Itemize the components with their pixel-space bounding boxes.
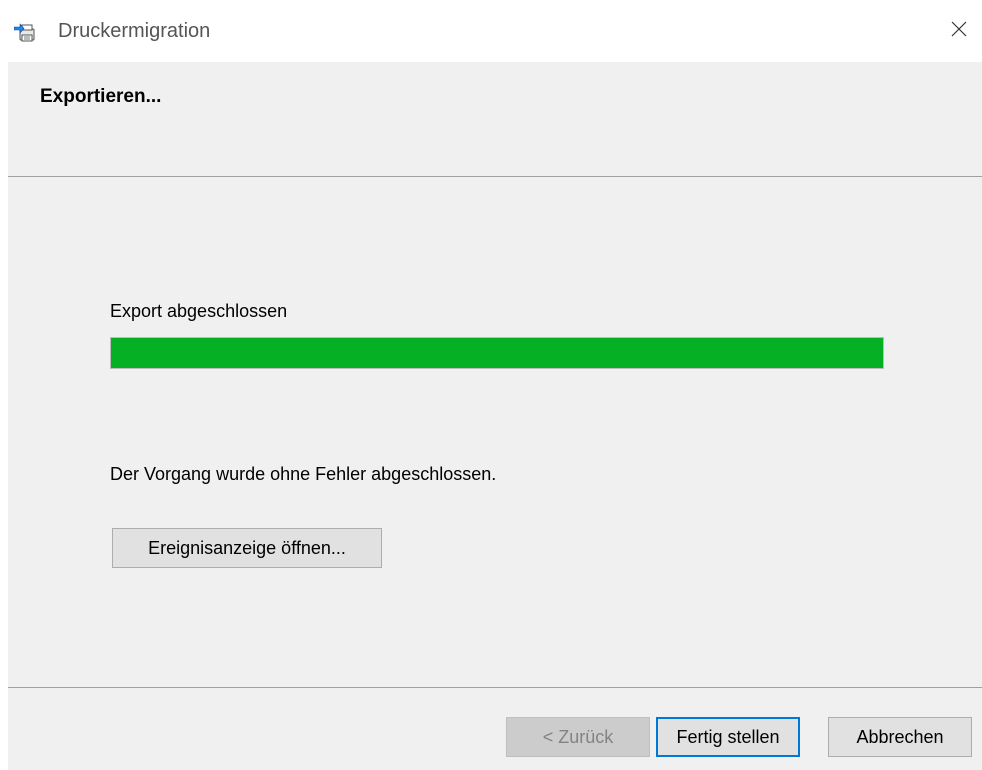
title-bar: Druckermigration [0, 0, 982, 62]
result-message: Der Vorgang wurde ohne Fehler abgeschlos… [110, 464, 497, 484]
cancel-button[interactable]: Abbrechen [828, 717, 972, 757]
open-event-viewer-button[interactable]: Ereignisanzeige öffnen... [112, 528, 382, 568]
finish-button[interactable]: Fertig stellen [656, 717, 800, 757]
printer-migration-dialog: Druckermigration Exportieren... Export a… [0, 0, 982, 770]
progress-bar [110, 337, 884, 369]
close-icon [950, 20, 968, 43]
wizard-header: Exportieren... [8, 62, 982, 177]
back-button: < Zurück [506, 717, 650, 757]
wizard-content: Export abgeschlossen Der Vorgang wurde o… [8, 177, 982, 687]
page-title: Exportieren... [40, 86, 162, 107]
status-label: Export abgeschlossen [110, 301, 288, 321]
window-title: Druckermigration [58, 20, 211, 42]
printer-migration-icon [13, 21, 36, 43]
close-button[interactable] [936, 0, 982, 62]
progress-bar-fill [111, 338, 883, 368]
wizard-footer: < Zurück Fertig stellen Abbrechen [8, 687, 982, 770]
